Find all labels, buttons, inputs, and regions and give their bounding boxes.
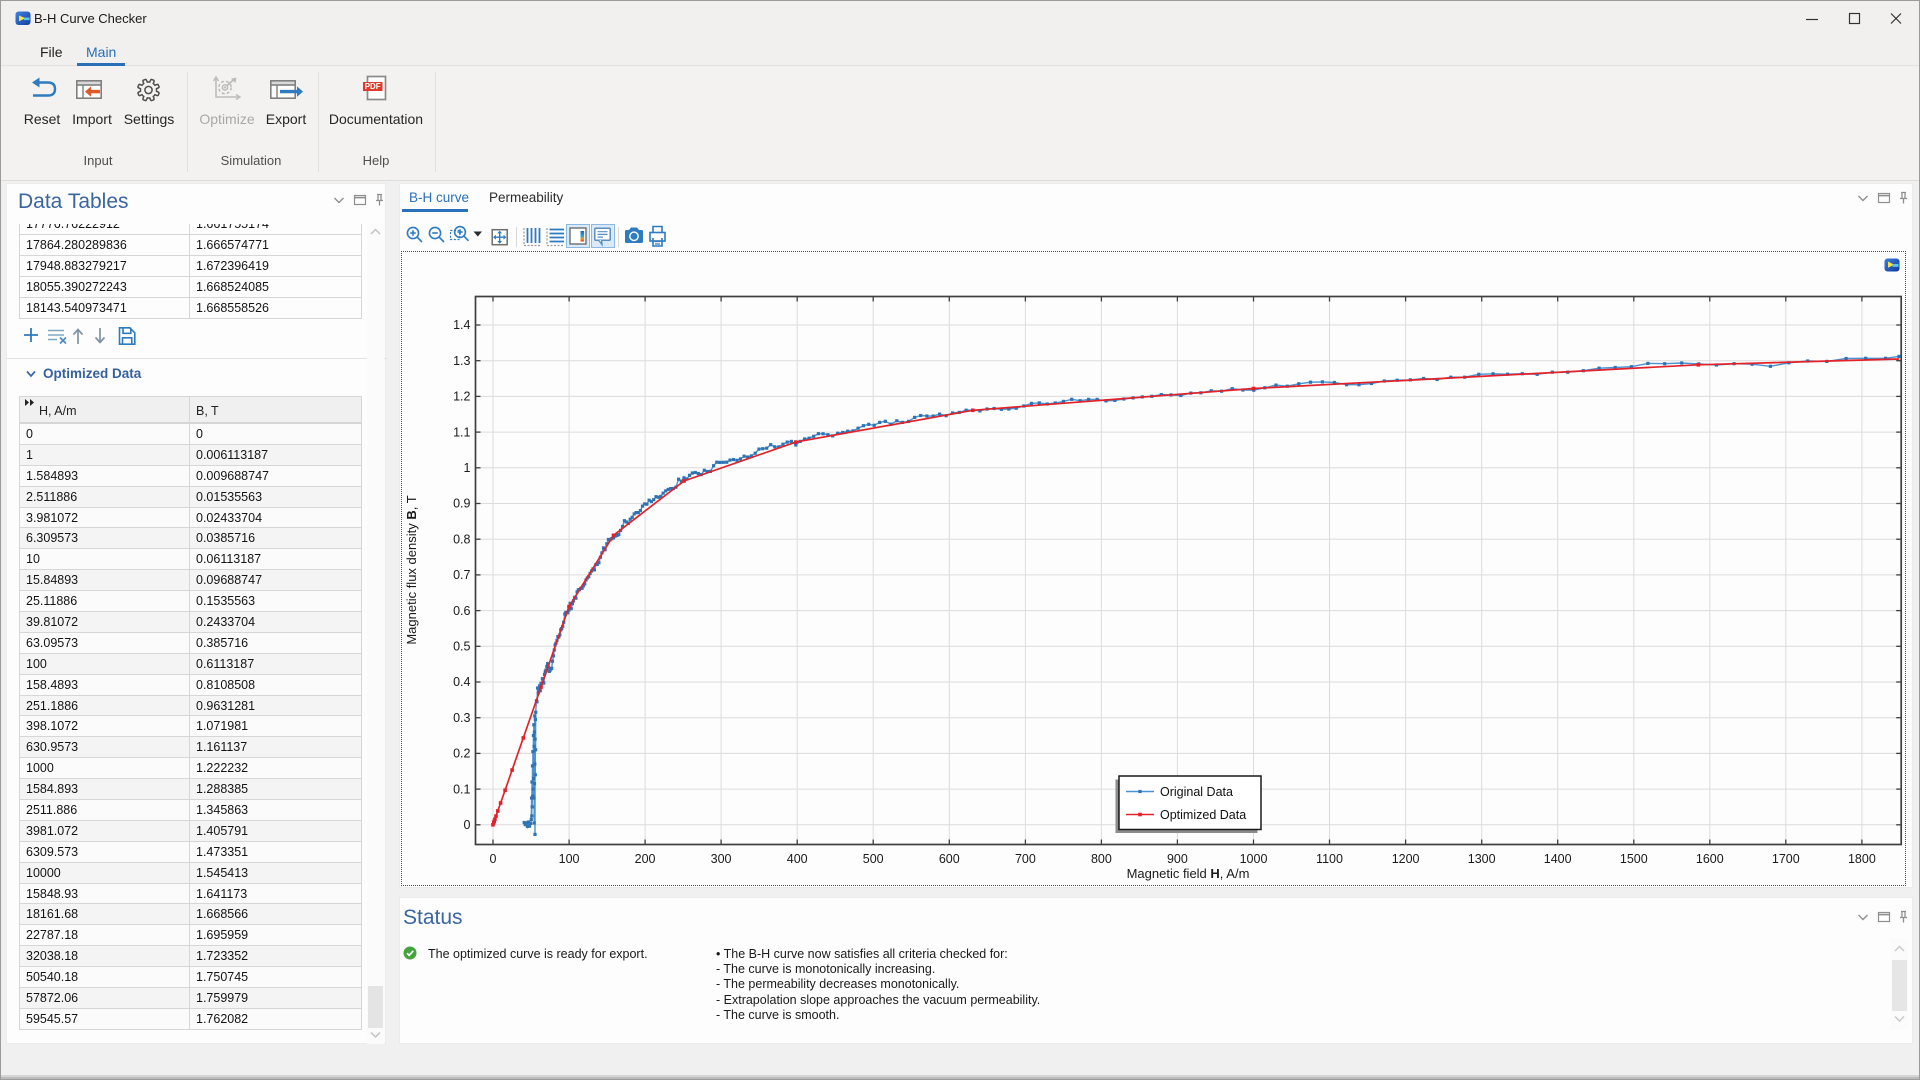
- svg-text:1700: 1700: [1772, 852, 1800, 866]
- svg-text:800: 800: [1091, 852, 1112, 866]
- svg-text:700: 700: [1015, 852, 1036, 866]
- svg-text:1.4: 1.4: [453, 318, 470, 332]
- svg-text:0.9: 0.9: [453, 497, 470, 511]
- svg-text:1500: 1500: [1620, 852, 1648, 866]
- svg-text:1800: 1800: [1848, 852, 1876, 866]
- svg-text:200: 200: [635, 852, 656, 866]
- svg-text:PDF: PDF: [365, 82, 381, 91]
- svg-text:0: 0: [464, 818, 471, 832]
- svg-text:100: 100: [559, 852, 580, 866]
- svg-text:1100: 1100: [1316, 852, 1343, 866]
- svg-text:0.5: 0.5: [453, 640, 470, 654]
- svg-text:Magnetic flux density B, T: Magnetic flux density B, T: [404, 495, 419, 644]
- svg-text:0.1: 0.1: [453, 782, 470, 796]
- svg-text:Original Data: Original Data: [1160, 785, 1233, 799]
- svg-text:0.3: 0.3: [453, 711, 470, 725]
- svg-text:0.7: 0.7: [453, 568, 470, 582]
- svg-text:1.1: 1.1: [453, 425, 470, 439]
- svg-text:400: 400: [787, 852, 808, 866]
- svg-text:1300: 1300: [1468, 852, 1496, 866]
- svg-text:0.2: 0.2: [453, 747, 470, 761]
- svg-text:1.2: 1.2: [453, 390, 470, 404]
- svg-text:600: 600: [939, 852, 960, 866]
- svg-text:Optimized Data: Optimized Data: [1160, 808, 1246, 822]
- svg-text:0.6: 0.6: [453, 604, 470, 618]
- svg-text:0.8: 0.8: [453, 532, 470, 546]
- svg-text:900: 900: [1167, 852, 1188, 866]
- svg-text:0.4: 0.4: [453, 675, 470, 689]
- svg-text:300: 300: [711, 852, 732, 866]
- svg-text:1.3: 1.3: [453, 354, 470, 368]
- svg-text:1000: 1000: [1240, 852, 1268, 866]
- svg-text:1600: 1600: [1696, 852, 1724, 866]
- svg-text:0: 0: [490, 852, 497, 866]
- svg-text:500: 500: [863, 852, 884, 866]
- svg-text:1400: 1400: [1544, 852, 1572, 866]
- svg-text:1: 1: [464, 461, 471, 475]
- svg-text:1200: 1200: [1392, 852, 1420, 866]
- svg-text:Magnetic field H, A/m: Magnetic field H, A/m: [1127, 866, 1250, 881]
